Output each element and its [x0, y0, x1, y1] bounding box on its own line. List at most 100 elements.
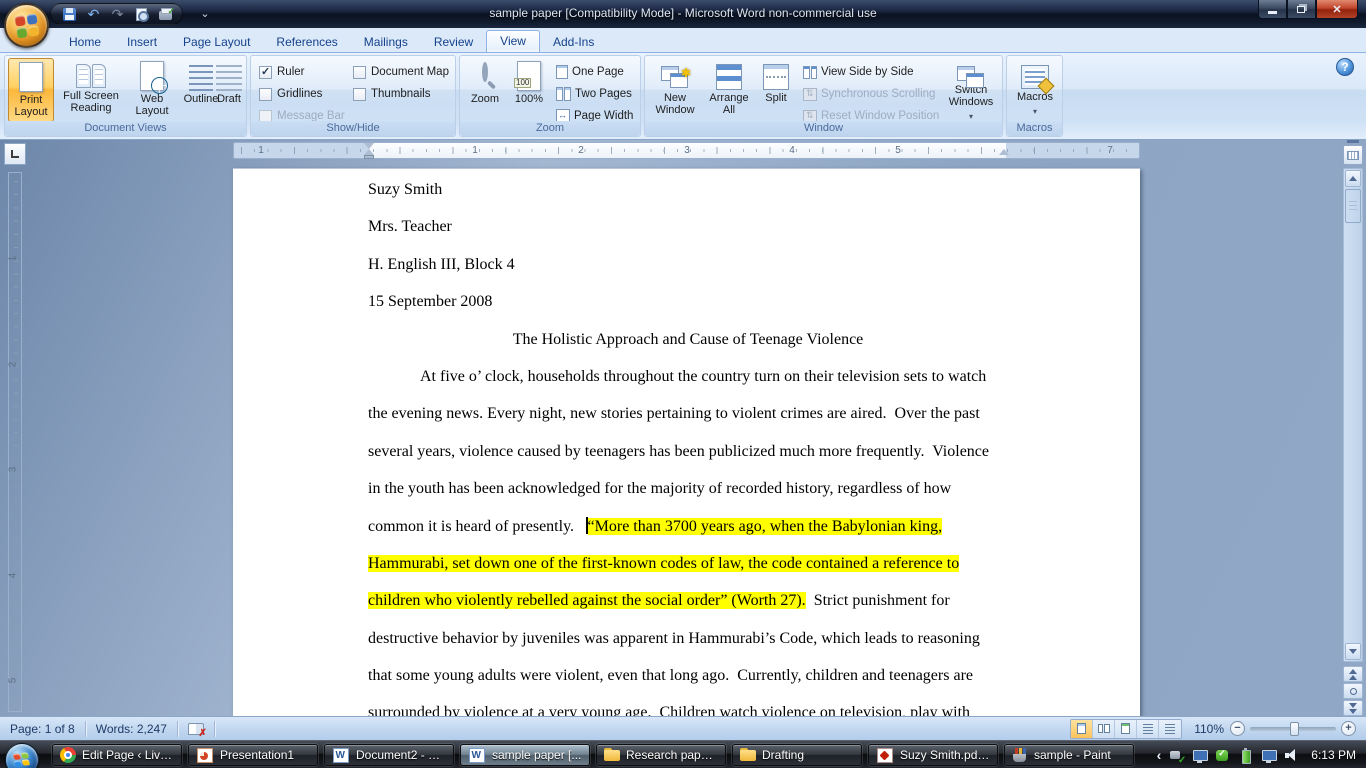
view-print-layout-button[interactable] [1071, 720, 1093, 738]
right-indent-marker[interactable] [999, 149, 1009, 155]
doc-line: 15 September 2008 [368, 283, 1008, 320]
vertical-ruler[interactable]: 1 2 3 4 5 [8, 172, 22, 712]
view-draft-button[interactable] [1159, 720, 1181, 738]
zoom-slider-rail[interactable] [1250, 727, 1336, 731]
doc-line: At five o’ clock, households throughout … [368, 358, 1008, 395]
one-page-icon [556, 65, 568, 79]
horizontal-ruler[interactable]: 1 1 2 3 4 5 7 [233, 142, 1140, 159]
ruler-checkbox-icon [259, 66, 272, 79]
ribbon-face: Print Layout Full Screen Reading Web Lay… [0, 52, 1366, 140]
taskbar-item-drafting-folder[interactable]: Drafting [732, 744, 862, 766]
start-button[interactable] [5, 743, 39, 768]
view-web-layout-button[interactable] [1115, 720, 1137, 738]
checkbox-gridlines[interactable]: Gridlines [259, 87, 322, 101]
help-icon[interactable]: ? [1336, 58, 1354, 76]
select-browse-object-button[interactable] [1343, 683, 1363, 699]
word-count[interactable]: Words: 2,247 [86, 717, 177, 740]
zoom-button[interactable]: Zoom [465, 58, 505, 122]
outline-icon [189, 65, 213, 91]
taskbar-item-document2[interactable]: Document2 - M... [324, 744, 454, 766]
close-button[interactable] [1316, 0, 1358, 19]
web-layout-button[interactable]: Web Layout [128, 58, 176, 122]
ruler-number: 1 [258, 145, 264, 156]
draft-button[interactable]: Draft [211, 58, 247, 122]
zoom-slider-thumb[interactable] [1290, 722, 1299, 736]
previous-page-button[interactable] [1343, 666, 1363, 682]
document-page[interactable]: Suzy Smith Mrs. Teacher H. English III, … [233, 168, 1140, 716]
checkbox-ruler[interactable]: Ruler [259, 65, 304, 79]
powerpoint-icon [197, 748, 213, 763]
print-layout-button[interactable]: Print Layout [8, 58, 54, 122]
pdf-icon [877, 748, 893, 763]
ruler-number: 7 [1107, 145, 1113, 156]
chrome-icon [60, 747, 76, 763]
new-window-button[interactable]: New Window [649, 58, 701, 122]
full-screen-reading-button[interactable]: Full Screen Reading [56, 58, 126, 122]
taskbar-item-research-folder[interactable]: Research paper ... [596, 744, 726, 766]
gridlines-checkbox-icon [259, 88, 272, 101]
left-indent-marker[interactable] [364, 155, 374, 159]
zoom-out-button[interactable]: − [1230, 721, 1245, 736]
tab-view[interactable]: View [486, 30, 540, 52]
zoom-100-button[interactable]: 100 100% [508, 58, 550, 122]
office-button[interactable] [4, 3, 49, 48]
tab-stop-selector[interactable] [4, 143, 26, 165]
taskbar-item-sample-paper[interactable]: sample paper [... [460, 744, 590, 766]
next-page-button[interactable] [1343, 700, 1363, 716]
split-handle[interactable] [1347, 140, 1359, 143]
doc-line: the evening news. Every night, new stori… [368, 395, 1008, 432]
volume-icon[interactable] [1284, 748, 1299, 763]
taskbar-item-paint[interactable]: sample - Paint [1004, 744, 1134, 766]
scroll-down-button[interactable] [1345, 643, 1361, 660]
scroll-up-button[interactable] [1345, 170, 1361, 187]
doc-line: children who violently rebelled against … [368, 582, 1008, 619]
taskbar-item-pdf[interactable]: Suzy Smith.pdf ... [868, 744, 998, 766]
tray-expand-chevron-icon[interactable] [1157, 747, 1162, 763]
tab-insert[interactable]: Insert [114, 31, 170, 52]
page-indicator[interactable]: Page: 1 of 8 [0, 717, 85, 740]
display-icon[interactable] [1192, 748, 1207, 763]
scrollbar-thumb[interactable] [1345, 189, 1361, 223]
minimize-button[interactable] [1258, 0, 1287, 19]
ruler-number: 3 [7, 467, 18, 473]
ruler-toggle-button[interactable] [1343, 145, 1363, 165]
dropdown-arrow-icon [1033, 103, 1037, 117]
tab-mailings[interactable]: Mailings [351, 31, 421, 52]
ruler-number: 5 [7, 678, 18, 684]
switch-windows-button[interactable]: Switch Windows [943, 58, 999, 122]
doc-line: destructive behavior by juveniles was ap… [368, 620, 1008, 657]
ruler-toggle-icon [1347, 151, 1359, 160]
left-tab-icon [11, 150, 19, 158]
synchronous-scrolling-icon [803, 88, 817, 101]
view-full-screen-button[interactable] [1093, 720, 1115, 738]
restore-button[interactable] [1287, 0, 1316, 19]
battery-icon[interactable] [1238, 748, 1253, 763]
macros-button[interactable]: Macros [1011, 58, 1059, 122]
proofing-status[interactable] [178, 717, 214, 740]
clock[interactable]: 6:13 PM [1307, 748, 1356, 762]
tab-review[interactable]: Review [421, 31, 486, 52]
tab-add-ins[interactable]: Add-Ins [540, 31, 607, 52]
view-side-by-side-button[interactable]: View Side by Side [803, 63, 913, 81]
one-page-button[interactable]: One Page [556, 63, 624, 81]
vertical-scrollbar[interactable] [1343, 168, 1363, 662]
view-outline-button[interactable] [1137, 720, 1159, 738]
zoom-in-button[interactable]: + [1341, 721, 1356, 736]
sync-status-icon[interactable] [1215, 748, 1230, 763]
zoom-level[interactable]: 110% [1194, 722, 1224, 736]
tab-references[interactable]: References [263, 31, 350, 52]
tab-page-layout[interactable]: Page Layout [170, 31, 263, 52]
network-display-icon[interactable] [1261, 748, 1276, 763]
taskbar-item-browser[interactable]: Edit Page ‹ Liva... [52, 744, 182, 766]
usb-device-icon[interactable] [1169, 748, 1184, 763]
windows-logo-icon [13, 752, 31, 768]
tab-home[interactable]: Home [56, 31, 114, 52]
checkbox-thumbnails[interactable]: Thumbnails [353, 87, 430, 101]
doc-line: H. English III, Block 4 [368, 246, 1008, 283]
taskbar-item-presentation[interactable]: Presentation1 [188, 744, 318, 766]
two-pages-button[interactable]: Two Pages [556, 85, 632, 103]
zoom-slider-control: − + [1230, 721, 1356, 736]
split-button[interactable]: Split [757, 58, 795, 122]
arrange-all-button[interactable]: Arrange All [703, 58, 755, 122]
checkbox-document-map[interactable]: Document Map [353, 65, 449, 79]
